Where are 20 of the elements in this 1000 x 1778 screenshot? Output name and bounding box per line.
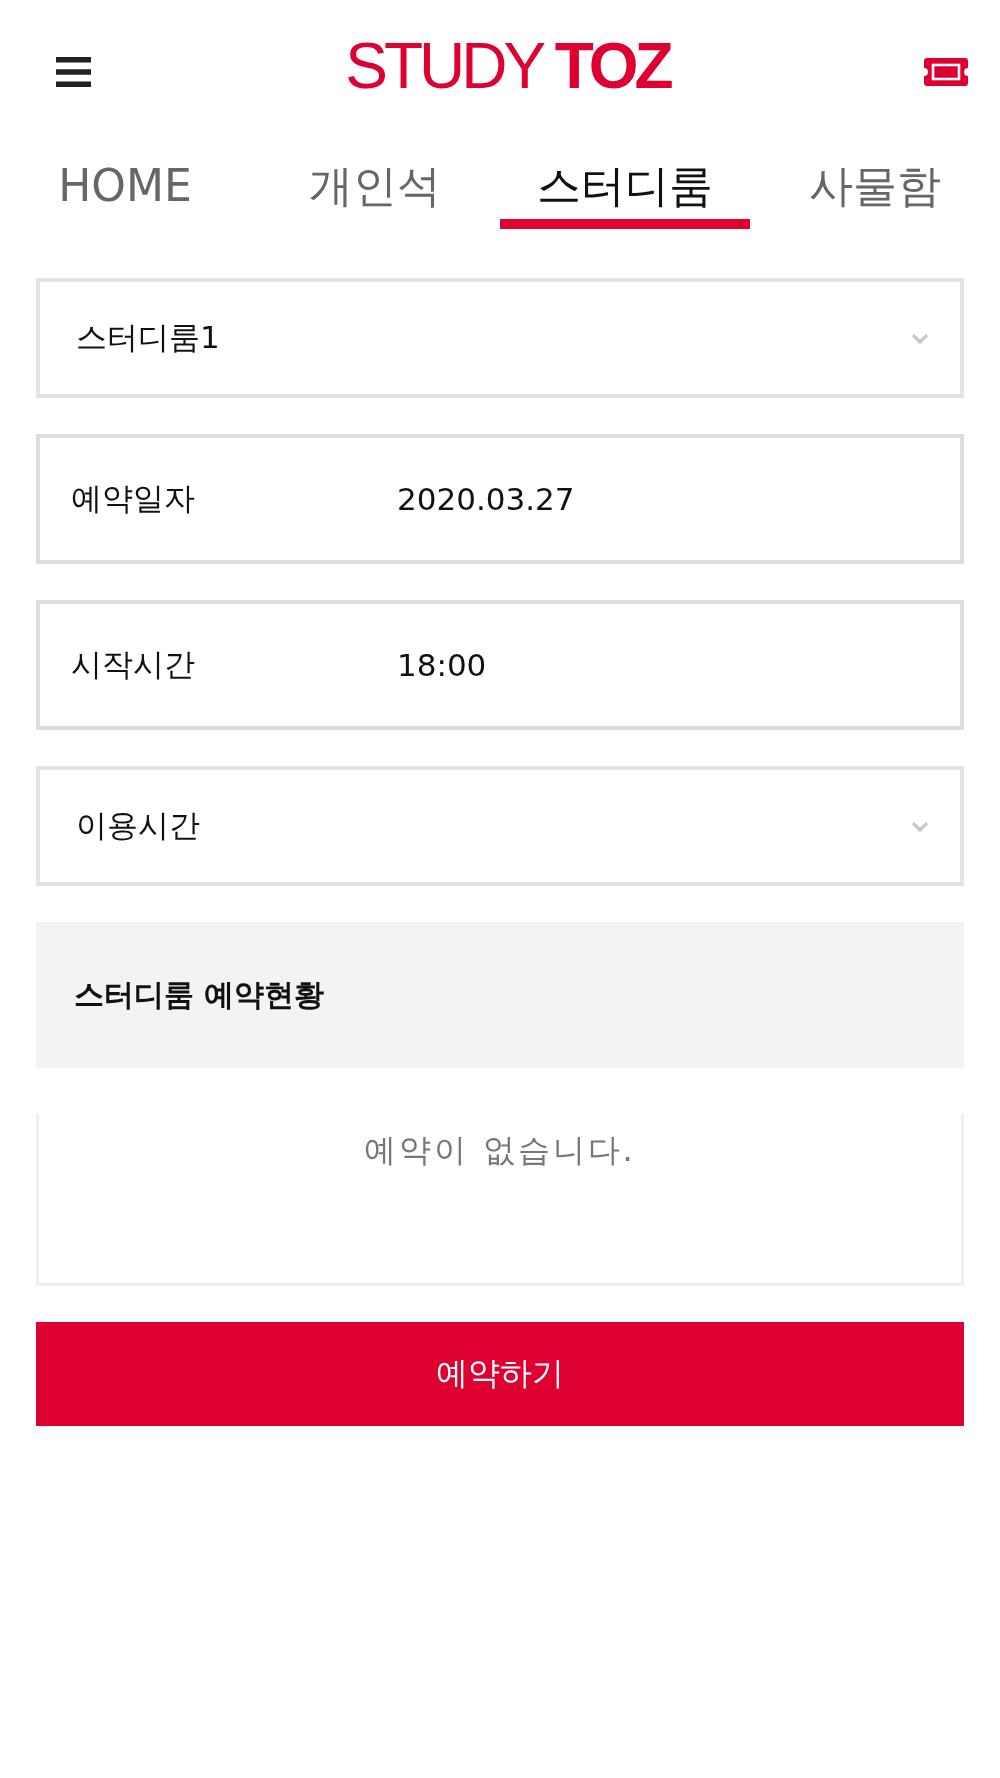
section-title: 스터디룸 예약현황: [74, 975, 325, 1014]
nav-tab[interactable]: 사물함: [750, 140, 1000, 229]
dropdown-select[interactable]: 스터디룸1: [36, 278, 964, 398]
input-field[interactable]: 예약일자 2020.03.27: [36, 434, 964, 564]
chevron-down-icon: [911, 332, 929, 344]
field-value: 2020.03.27: [397, 481, 575, 517]
nav-tab[interactable]: 스터디룸: [500, 140, 750, 229]
brand-logo: STUDY TOZ: [345, 34, 670, 98]
menu-icon[interactable]: [56, 57, 91, 87]
field-value: 18:00: [397, 647, 487, 683]
nav-tab[interactable]: HOME: [0, 140, 250, 229]
nav-tab[interactable]: 개인석: [250, 140, 500, 229]
chevron-down-icon: [911, 820, 929, 832]
empty-message: 예약이 없습니다.: [364, 1130, 636, 1170]
dropdown-select[interactable]: 이용시간: [36, 766, 964, 886]
field-label: 시작시간: [71, 645, 196, 684]
reserve-button[interactable]: 예약하기: [36, 1322, 964, 1426]
input-field[interactable]: 시작시간 18:00: [36, 600, 964, 730]
ticket-icon[interactable]: [924, 58, 968, 86]
field-label: 예약일자: [71, 479, 196, 518]
